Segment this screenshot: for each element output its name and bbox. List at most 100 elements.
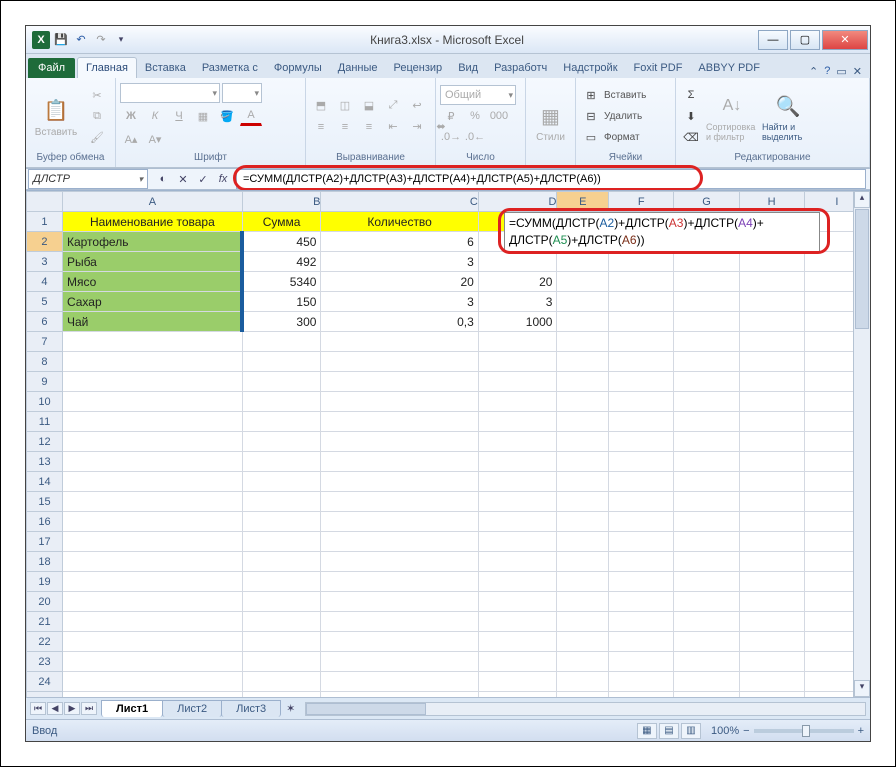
sheet-nav-first-icon[interactable]: ⏮ <box>30 702 46 715</box>
row-header[interactable]: 11 <box>27 412 63 432</box>
fill-icon[interactable]: ⬇ <box>680 106 702 126</box>
col-header-a[interactable]: A <box>62 192 242 212</box>
tab-review[interactable]: Рецензир <box>386 58 451 78</box>
view-page-break-icon[interactable]: ▥ <box>681 723 701 739</box>
sheet-nav-last-icon[interactable]: ⏭ <box>81 702 97 715</box>
format-cells-icon[interactable]: ▭ <box>580 127 602 147</box>
cell[interactable] <box>674 312 739 332</box>
row-header-4[interactable]: 4 <box>27 272 63 292</box>
cell[interactable] <box>739 272 804 292</box>
cell[interactable] <box>609 292 674 312</box>
col-header-b[interactable]: B <box>242 192 321 212</box>
delete-cells-icon[interactable]: ⊟ <box>580 106 602 126</box>
cell-c1[interactable]: Количество <box>321 212 478 232</box>
redo-icon[interactable]: ↷ <box>92 31 110 49</box>
tab-view[interactable]: Вид <box>450 58 486 78</box>
tab-layout[interactable]: Разметка с <box>194 58 266 78</box>
cell-e5[interactable] <box>557 292 609 312</box>
row-header[interactable]: 19 <box>27 572 63 592</box>
row-header[interactable]: 16 <box>27 512 63 532</box>
cell-editor-overlay[interactable]: =СУММ(ДЛСТР(A2)+ДЛСТР(A3)+ДЛСТР(A4)+ ДЛС… <box>504 212 820 252</box>
row-header-3[interactable]: 3 <box>27 252 63 272</box>
cancel-formula-icon[interactable]: ✕ <box>174 173 192 186</box>
format-cells-label[interactable]: Формат <box>604 132 640 143</box>
scroll-down-icon[interactable]: ▾ <box>854 680 870 697</box>
save-icon[interactable]: 💾 <box>52 31 70 49</box>
cell[interactable] <box>739 292 804 312</box>
row-header-1[interactable]: 1 <box>27 212 63 232</box>
row-header[interactable]: 24 <box>27 672 63 692</box>
select-all-corner[interactable] <box>27 192 63 212</box>
col-header-h[interactable]: H <box>739 192 804 212</box>
cell-d6[interactable]: 1000 <box>478 312 557 332</box>
cell-b4[interactable]: 5340 <box>242 272 321 292</box>
cell-a2[interactable]: Картофель <box>62 232 242 252</box>
cell[interactable] <box>674 252 739 272</box>
sheet-nav-next-icon[interactable]: ▶ <box>64 702 80 715</box>
row-header[interactable]: 14 <box>27 472 63 492</box>
accept-formula-icon[interactable]: ✓ <box>194 173 212 186</box>
cell-a5[interactable]: Сахар <box>62 292 242 312</box>
row-header[interactable]: 22 <box>27 632 63 652</box>
row-header[interactable]: 7 <box>27 332 63 352</box>
view-normal-icon[interactable]: ▦ <box>637 723 657 739</box>
row-header[interactable]: 23 <box>27 652 63 672</box>
row-header[interactable]: 8 <box>27 352 63 372</box>
enlarge-formula-icon[interactable]: ◐ <box>154 173 172 185</box>
fx-icon[interactable]: fx <box>214 173 232 185</box>
undo-icon[interactable]: ↶ <box>72 31 90 49</box>
cell-e4[interactable] <box>557 272 609 292</box>
cell-c5[interactable]: 3 <box>321 292 478 312</box>
find-select-button[interactable]: 🔍 Найти и выделить <box>762 83 814 149</box>
maximize-button[interactable]: ▢ <box>790 30 820 50</box>
horizontal-scrollbar[interactable] <box>305 702 866 716</box>
new-sheet-icon[interactable]: ✶ <box>280 702 301 715</box>
cell-a1[interactable]: Наименование товара <box>62 212 242 232</box>
sheet-tab-1[interactable]: Лист1 <box>101 700 163 717</box>
cell-d4[interactable]: 20 <box>478 272 557 292</box>
row-header-6[interactable]: 6 <box>27 312 63 332</box>
tab-developer[interactable]: Разработч <box>486 58 555 78</box>
col-header-e[interactable]: E <box>557 192 609 212</box>
tab-addins[interactable]: Надстройк <box>555 58 625 78</box>
insert-cells-label[interactable]: Вставить <box>604 90 646 101</box>
close-button[interactable]: ✕ <box>822 30 868 50</box>
sheet-tab-2[interactable]: Лист2 <box>162 700 222 717</box>
col-header-f[interactable]: F <box>609 192 674 212</box>
zoom-slider[interactable] <box>754 729 854 733</box>
tab-file[interactable]: Файл <box>28 58 75 78</box>
row-header[interactable]: 15 <box>27 492 63 512</box>
delete-cells-label[interactable]: Удалить <box>604 111 642 122</box>
cell-b6[interactable]: 300 <box>242 312 321 332</box>
view-page-layout-icon[interactable]: ▤ <box>659 723 679 739</box>
cell-b1[interactable]: Сумма <box>242 212 321 232</box>
vscroll-thumb[interactable] <box>855 209 869 329</box>
row-header[interactable]: 17 <box>27 532 63 552</box>
cell-a3[interactable]: Рыба <box>62 252 242 272</box>
cell[interactable] <box>674 272 739 292</box>
row-header-2[interactable]: 2 <box>27 232 63 252</box>
tab-home[interactable]: Главная <box>77 57 137 78</box>
minimize-button[interactable]: — <box>758 30 788 50</box>
insert-cells-icon[interactable]: ⊞ <box>580 85 602 105</box>
mdi-close-icon[interactable]: ✕ <box>853 65 862 78</box>
row-header[interactable]: 10 <box>27 392 63 412</box>
cell-a6[interactable]: Чай <box>62 312 242 332</box>
cell[interactable] <box>739 312 804 332</box>
cell[interactable] <box>609 272 674 292</box>
cell-c4[interactable]: 20 <box>321 272 478 292</box>
zoom-thumb[interactable] <box>802 725 810 737</box>
cell[interactable] <box>674 292 739 312</box>
zoom-in-icon[interactable]: + <box>858 725 864 737</box>
col-header-g[interactable]: G <box>674 192 739 212</box>
namebox-dropdown-icon[interactable]: ▾ <box>138 174 143 185</box>
cell[interactable] <box>609 312 674 332</box>
cell-c6[interactable]: 0,3 <box>321 312 478 332</box>
row-header[interactable]: 18 <box>27 552 63 572</box>
row-header[interactable]: 21 <box>27 612 63 632</box>
row-header[interactable]: 25 <box>27 692 63 698</box>
formula-bar[interactable]: =СУММ(ДЛСТР(A2)+ДЛСТР(A3)+ДЛСТР(A4)+ДЛСТ… <box>237 173 607 185</box>
cell-b3[interactable]: 492 <box>242 252 321 272</box>
zoom-out-icon[interactable]: − <box>743 725 749 737</box>
tab-data[interactable]: Данные <box>330 58 386 78</box>
